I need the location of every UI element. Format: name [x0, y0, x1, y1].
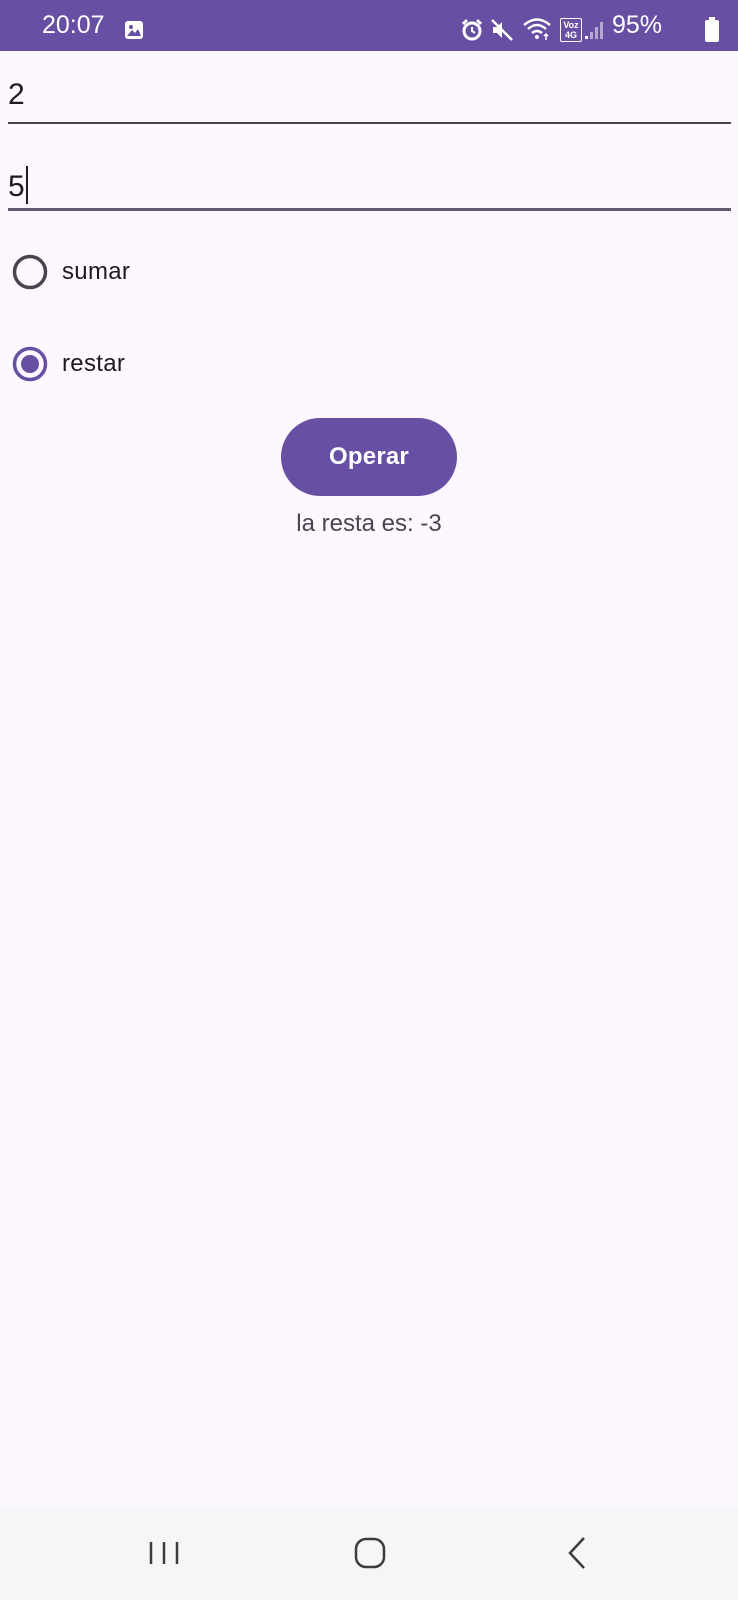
volte-text: Voz 4G: [563, 20, 579, 40]
radio-checked-icon[interactable]: [12, 346, 48, 382]
radio-restar[interactable]: restar: [8, 340, 308, 388]
radio-restar-label: restar: [62, 350, 126, 377]
recents-icon[interactable]: [134, 1528, 194, 1578]
first-number-underline: [8, 122, 731, 124]
alarm-icon: [461, 18, 483, 41]
result-text: la resta es: -3: [296, 510, 442, 537]
wifi-icon: [523, 18, 551, 40]
home-icon[interactable]: [340, 1528, 400, 1578]
battery-percentage: 95%: [612, 11, 663, 39]
second-number-value: 5: [8, 170, 25, 203]
text-cursor: [25, 166, 28, 204]
volte-icon: Voz 4G: [560, 18, 582, 42]
second-number-underline: [8, 208, 731, 211]
second-number-container: 5: [8, 166, 28, 204]
radio-unchecked-icon[interactable]: [12, 254, 48, 290]
mute-icon: [491, 19, 513, 41]
first-number-field[interactable]: 2: [8, 70, 731, 125]
signal-icon: [585, 22, 603, 39]
battery-icon: [705, 17, 719, 42]
gallery-icon: [125, 21, 143, 39]
back-icon[interactable]: [548, 1528, 608, 1578]
status-bar: 20:07 Voz 4G 95%: [0, 0, 738, 51]
radio-sumar[interactable]: sumar: [8, 248, 308, 296]
status-time: 20:07: [42, 11, 105, 39]
operate-button[interactable]: Operar: [281, 418, 457, 496]
second-number-field[interactable]: 5: [8, 155, 731, 215]
radio-sumar-label: sumar: [62, 258, 131, 285]
first-number-value: 2: [8, 78, 25, 111]
navigation-bar: [0, 1508, 738, 1600]
